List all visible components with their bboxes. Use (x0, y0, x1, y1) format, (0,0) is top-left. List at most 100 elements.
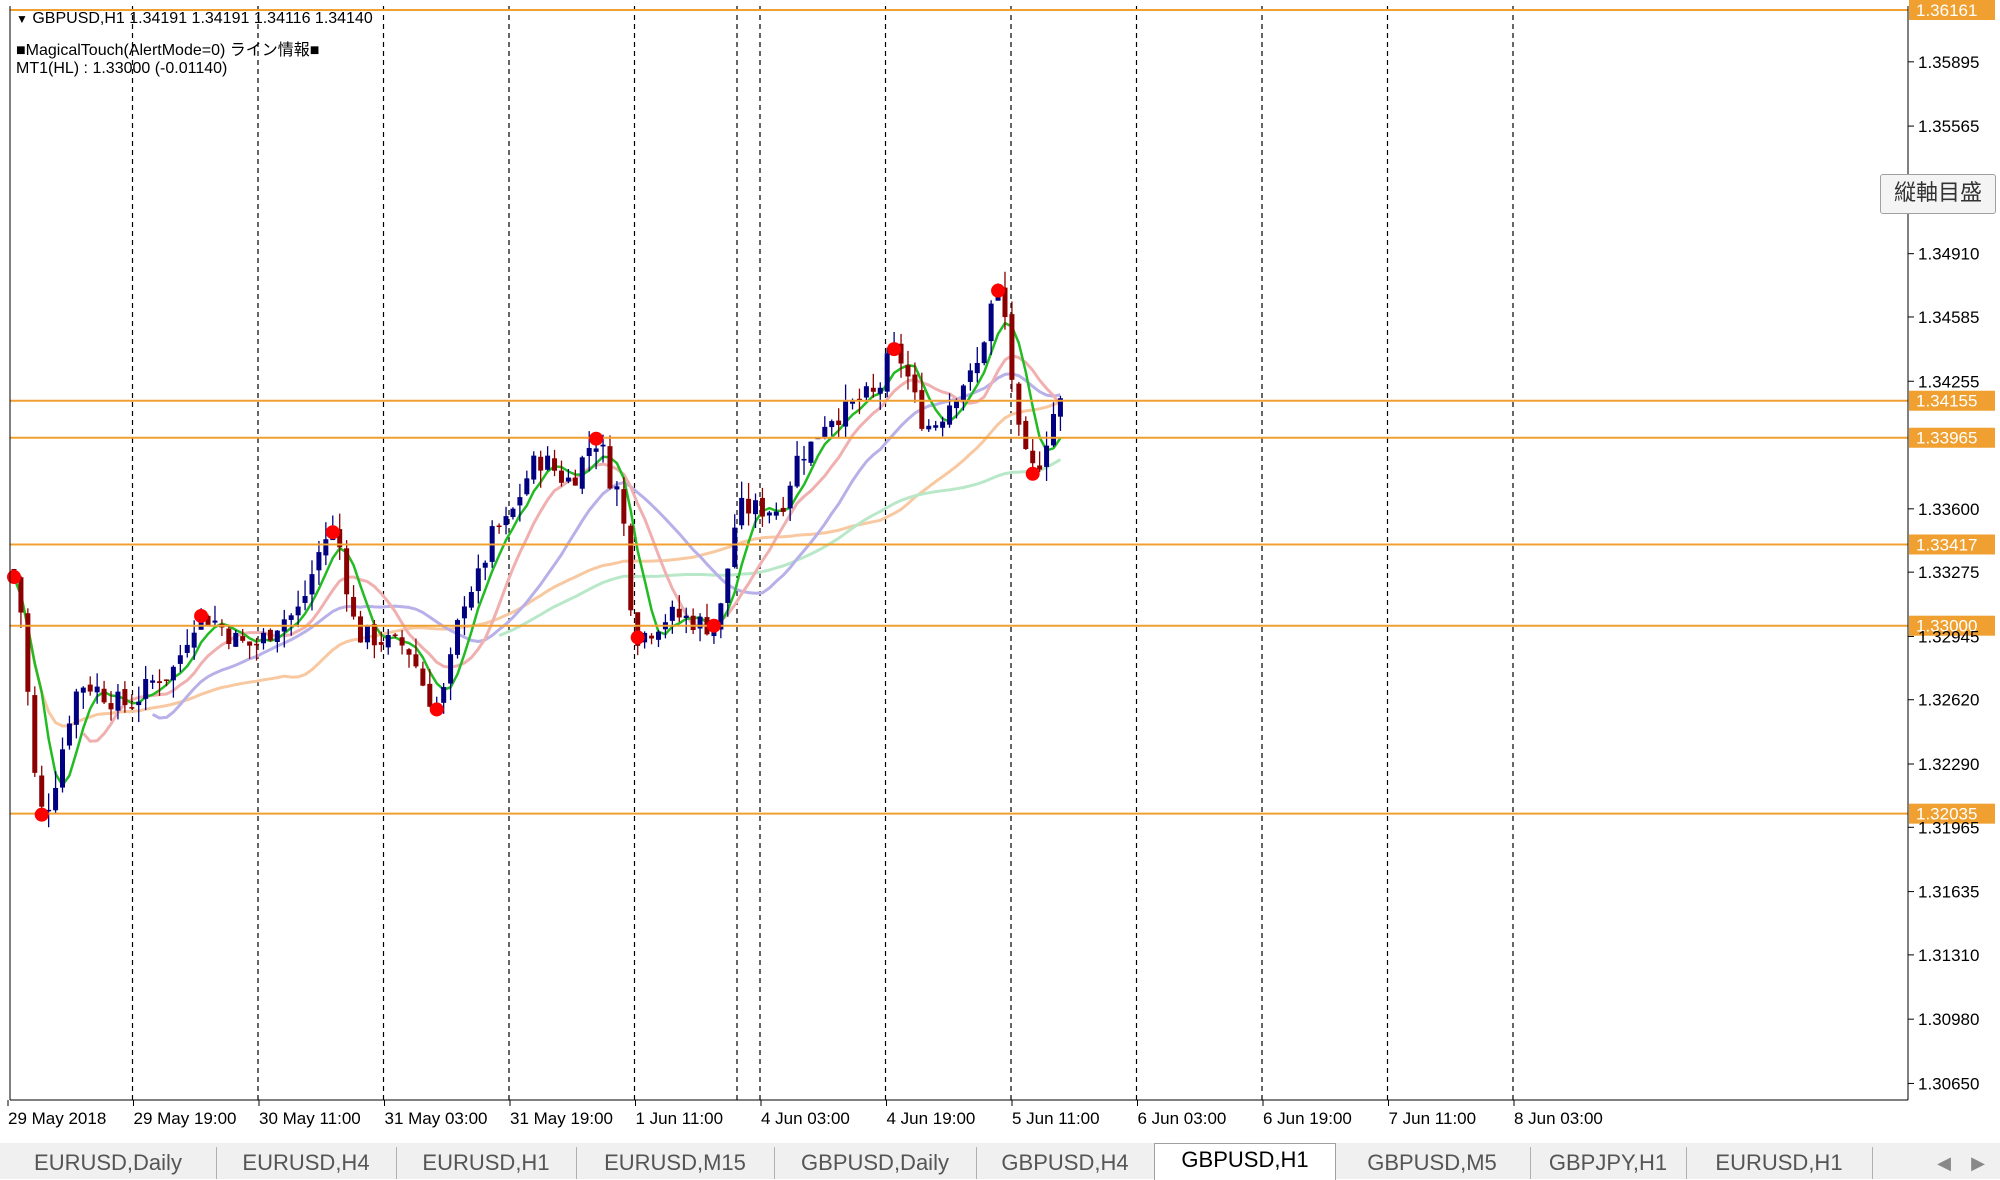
candle-body (448, 654, 454, 684)
candle-body (1037, 465, 1043, 470)
chart-tab-gbpusd-m5[interactable]: GBPUSD,M5 (1334, 1147, 1531, 1179)
candles (11, 271, 1063, 828)
candle-body (129, 707, 135, 709)
candle-body (572, 477, 578, 486)
candle-body (80, 687, 86, 693)
candle-body (101, 688, 107, 703)
candle-body (351, 597, 357, 617)
candle-body (288, 615, 294, 620)
candle-body (683, 615, 689, 618)
candle-body (316, 552, 322, 571)
axes: 29 May 2018 29 May 19:00 30 May 11:00 31 Ma… (7, 6, 1979, 1128)
candle-body (157, 681, 163, 684)
chart-tab-eurusd-m15[interactable]: EURUSD,M15 (576, 1147, 775, 1179)
chart-tab-gbpusd-h1[interactable]: GBPUSD,H1 (1154, 1143, 1336, 1180)
candle-body (122, 689, 128, 706)
candle-body (60, 749, 66, 788)
candle-body (371, 624, 377, 646)
scroll-left-icon[interactable]: ◀ (1932, 1149, 1956, 1177)
chart-tab-eurusd-daily[interactable]: EURUSD,Daily (0, 1147, 217, 1179)
candle-body (247, 641, 253, 646)
candle-body (170, 666, 176, 681)
candle-body (759, 497, 765, 517)
candle-body (593, 448, 599, 452)
swing-point-marker (194, 608, 209, 623)
candle-body (614, 486, 620, 490)
candle-body (766, 512, 772, 516)
chart-window[interactable]: 1.36161 1.34155 1.33965 1.33417 1.33000 1.320… (0, 0, 2000, 1144)
swing-point-marker (589, 431, 604, 446)
swing-point-marker (630, 630, 645, 645)
price-tick-label: 1.33600 (1918, 500, 1979, 519)
chart-tab-gbpusd-daily[interactable]: GBPUSD,Daily (774, 1147, 977, 1179)
candle-body (503, 516, 509, 526)
time-label: 30 May 11:00 (259, 1109, 361, 1128)
time-label: 7 Jun 11:00 (1389, 1109, 1477, 1128)
candle-body (496, 525, 502, 528)
candle-body (378, 642, 384, 645)
collapse-triangle-icon[interactable]: ▼ (16, 12, 28, 26)
candle-body (607, 446, 613, 489)
level-price-label: 1.33965 (1916, 429, 1977, 448)
level-price-label: 1.33417 (1916, 535, 1977, 554)
candle-body (905, 365, 911, 377)
candle-body (267, 629, 273, 641)
candle-body (974, 362, 980, 374)
chart-tab-gbpusd-h4[interactable]: GBPUSD,H4 (976, 1147, 1155, 1179)
candle-body (870, 387, 876, 392)
candle-body (385, 635, 391, 648)
time-label: 31 May 03:00 (385, 1109, 488, 1128)
candle-body (323, 539, 329, 556)
candle-body (39, 775, 45, 807)
candle-body (600, 444, 606, 447)
time-label: 31 May 19:00 (510, 1109, 613, 1128)
candle-body (1030, 450, 1036, 464)
candle-body (177, 655, 183, 664)
candle-body (787, 485, 793, 509)
swing-point-marker (34, 807, 49, 822)
swing-point-marker (991, 283, 1006, 298)
candle-body (947, 405, 953, 425)
vertical-axis-scale-button[interactable]: 縦軸目盛 (1880, 174, 1996, 214)
candle-body (877, 387, 883, 394)
swing-point-marker (7, 570, 21, 585)
candle-body (981, 342, 987, 364)
symbol-ohlc: GBPUSD,H1 1.34191 1.34191 1.34116 1.3414… (32, 10, 373, 27)
candle-body (392, 634, 398, 636)
candle-body (344, 548, 350, 595)
chart-tab-eurusd-h1[interactable]: EURUSD,H1 (1686, 1147, 1873, 1179)
candle-body (655, 631, 661, 640)
time-label: 4 Jun 19:00 (887, 1109, 976, 1128)
candle-body (843, 399, 849, 427)
candle-body (940, 421, 946, 428)
ma-fast-line (12, 321, 1062, 787)
candle-body (18, 577, 24, 613)
candle-body (586, 447, 592, 457)
candle-body (240, 636, 246, 641)
chart-tab-gbpjpy-h1[interactable]: GBPJPY,H1 (1530, 1147, 1687, 1179)
candle-body (933, 425, 939, 428)
candle-body (274, 630, 280, 642)
candle-body (94, 686, 100, 693)
candle-body (73, 691, 79, 725)
price-tick-label: 1.30650 (1918, 1074, 1979, 1093)
candle-body (108, 703, 114, 710)
time-label: 4 Jun 03:00 (761, 1109, 850, 1128)
candle-body (565, 477, 571, 482)
price-tick-label: 1.34255 (1918, 372, 1979, 391)
candle-body (863, 386, 869, 398)
price-tick-label: 1.32620 (1918, 691, 1979, 710)
candle-body (406, 649, 412, 655)
price-tick-label: 1.33275 (1918, 563, 1979, 582)
time-label: 29 May 19:00 (134, 1109, 237, 1128)
candle-body (226, 628, 232, 645)
chart-tab-eurusd-h4[interactable]: EURUSD,H4 (216, 1147, 397, 1179)
chart-tab-eurusd-h1[interactable]: EURUSD,H1 (396, 1147, 577, 1179)
candle-body (822, 426, 828, 438)
candle-body (753, 500, 759, 515)
price-chart[interactable]: 1.361611.341551.339651.334171.330001.320… (0, 0, 2000, 1143)
candle-body (212, 620, 218, 623)
scroll-right-icon[interactable]: ▶ (1966, 1149, 1990, 1177)
swing-point-marker (429, 702, 444, 717)
indicator-info: ■MagicalTouch(AlertMode=0) ライン情報■ (16, 42, 320, 59)
